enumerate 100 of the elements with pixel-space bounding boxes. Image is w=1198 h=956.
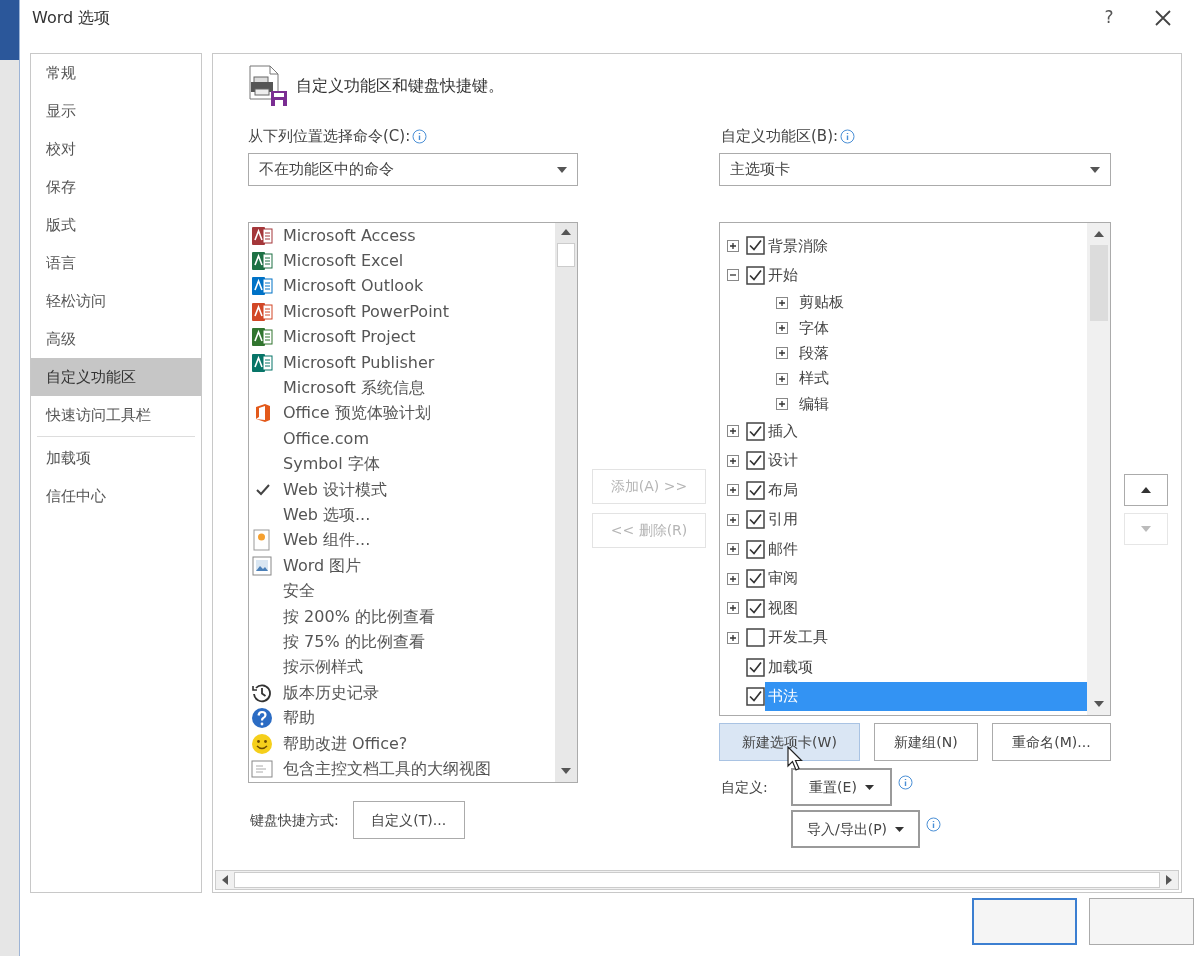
list-item[interactable]: 安全 [283, 579, 315, 604]
tree-action-button[interactable]: 重命名(M)... [992, 723, 1111, 761]
tree-action-button[interactable]: 新建组(N) [874, 723, 978, 761]
commands-dropdown[interactable]: 不在功能区中的命令 [248, 153, 578, 186]
list-item[interactable]: 按 200% 的比例查看 [283, 604, 435, 629]
list-item[interactable]: Microsoft PowerPoint [283, 299, 449, 324]
sidebar-item[interactable]: 加载项 [31, 439, 201, 477]
horizontal-scrollbar[interactable] [215, 870, 1179, 890]
expand-icon[interactable] [776, 397, 788, 410]
expand-icon[interactable] [727, 513, 739, 526]
tree-item[interactable]: 引用 [765, 505, 1087, 535]
tree-item[interactable]: 开发工具 [765, 623, 1087, 653]
checkbox[interactable] [746, 510, 765, 530]
checkbox[interactable] [746, 598, 765, 618]
down-arrow-icon [1141, 526, 1151, 532]
sidebar-item[interactable]: 快速访问工具栏 [31, 396, 201, 434]
checkbox[interactable] [746, 236, 765, 256]
collapse-icon[interactable] [727, 269, 739, 282]
import-export-button[interactable]: 导入/导出(P) [791, 810, 920, 848]
sidebar-item[interactable]: 常规 [31, 54, 201, 92]
list-item[interactable]: Symbol 字体 [283, 452, 380, 477]
checkbox[interactable] [746, 451, 765, 471]
scroll-down-icon[interactable] [561, 768, 571, 774]
scroll-down-icon[interactable] [1093, 701, 1104, 707]
scroll-up-icon[interactable] [561, 229, 571, 235]
checkbox[interactable] [746, 265, 765, 285]
tree-item[interactable]: 开始 [765, 260, 1087, 290]
checkbox[interactable] [746, 657, 765, 677]
list-item[interactable]: Microsoft Outlook [283, 274, 424, 299]
sidebar-item[interactable]: 显示 [31, 92, 201, 130]
expand-icon[interactable] [727, 631, 739, 644]
list-item[interactable]: Web 选项... [283, 503, 371, 527]
list-item[interactable]: 按 75% 的比例查看 [283, 629, 425, 654]
checkbox[interactable] [746, 569, 765, 589]
checkbox[interactable] [746, 687, 765, 707]
help-button[interactable]: ? [1094, 3, 1124, 33]
sidebar-item[interactable]: 保存 [31, 168, 201, 206]
list-item[interactable]: Microsoft 系统信息 [283, 376, 425, 401]
scroll-up-icon[interactable] [1093, 231, 1104, 237]
expand-icon[interactable] [727, 239, 739, 252]
customize-button[interactable]: 自定义(T)... [352, 801, 465, 839]
tree-item[interactable]: 段落 [796, 340, 1087, 366]
list-item[interactable]: Web 设计模式 [283, 477, 387, 502]
ribbon-dropdown[interactable]: 主选项卡 [719, 153, 1111, 186]
tree-item[interactable]: 插入 [765, 416, 1087, 446]
tree-item[interactable]: 字体 [796, 315, 1087, 341]
scroll-thumb[interactable] [234, 872, 1160, 888]
expand-icon[interactable] [727, 572, 739, 585]
list-item[interactable]: Microsoft Access [283, 223, 416, 248]
expand-icon[interactable] [776, 372, 788, 385]
sidebar-item[interactable]: 轻松访问 [31, 282, 201, 320]
tree-item[interactable]: 视图 [765, 593, 1087, 623]
reset-button[interactable]: 重置(E) [791, 768, 892, 806]
expand-icon[interactable] [727, 484, 739, 497]
scroll-thumb[interactable] [557, 243, 575, 267]
expand-icon[interactable] [727, 543, 739, 556]
expand-icon[interactable] [776, 296, 788, 309]
list-item[interactable]: Office 预览体验计划 [283, 401, 431, 426]
list-item[interactable]: 按示例样式 [283, 655, 363, 680]
tree-item[interactable]: 样式 [796, 365, 1087, 392]
sidebar-item[interactable]: 高级 [31, 320, 201, 358]
list-item[interactable]: Microsoft Project [283, 325, 416, 350]
move-up-button[interactable] [1124, 474, 1168, 506]
list-item[interactable]: Microsoft Publisher [283, 350, 435, 375]
checkbox[interactable] [746, 421, 765, 441]
tree-item[interactable]: 剪贴板 [796, 290, 1087, 316]
tree-item[interactable]: 加载项 [765, 652, 1087, 682]
sidebar-item[interactable]: 自定义功能区 [31, 358, 201, 396]
tree-item[interactable]: 编辑 [796, 391, 1087, 417]
scroll-right-icon[interactable] [1166, 875, 1172, 885]
tree-item[interactable]: 背景消除 [765, 231, 1087, 261]
scrollbar[interactable] [1087, 223, 1110, 715]
list-item[interactable]: 版本历史记录 [283, 680, 379, 705]
list-item[interactable]: Office.com [283, 426, 369, 451]
tree-item[interactable]: 邮件 [765, 534, 1087, 564]
expand-icon[interactable] [776, 321, 788, 334]
sidebar-item[interactable]: 版式 [31, 206, 201, 244]
sidebar-item[interactable]: 校对 [31, 130, 201, 168]
list-item[interactable]: 帮助改进 Office? [283, 731, 408, 756]
checkbox[interactable] [746, 628, 765, 648]
sidebar-item[interactable]: 语言 [31, 244, 201, 282]
checkbox[interactable] [746, 539, 765, 559]
list-item[interactable]: 帮助 [283, 706, 315, 731]
list-item[interactable]: Word 图片 [283, 553, 362, 578]
expand-icon[interactable] [727, 602, 739, 615]
expand-icon[interactable] [727, 425, 739, 438]
checkbox[interactable] [746, 480, 765, 500]
tree-item[interactable]: 设计 [765, 446, 1087, 476]
scrollbar[interactable] [555, 223, 577, 782]
tree-action-button[interactable]: 新建选项卡(W) [719, 723, 860, 761]
expand-icon[interactable] [727, 454, 739, 467]
tree-item[interactable]: 布局 [765, 475, 1087, 505]
scroll-left-icon[interactable] [222, 875, 228, 885]
sidebar-item[interactable]: 信任中心 [31, 477, 201, 515]
dialog-button[interactable] [972, 898, 1077, 945]
expand-icon[interactable] [776, 347, 788, 360]
list-item[interactable]: Microsoft Excel [283, 249, 404, 274]
tree-item[interactable]: 审阅 [765, 564, 1087, 594]
list-item[interactable]: Web 组件... [283, 528, 371, 553]
list-item[interactable]: 包含主控文档工具的大纲视图 [283, 756, 491, 781]
